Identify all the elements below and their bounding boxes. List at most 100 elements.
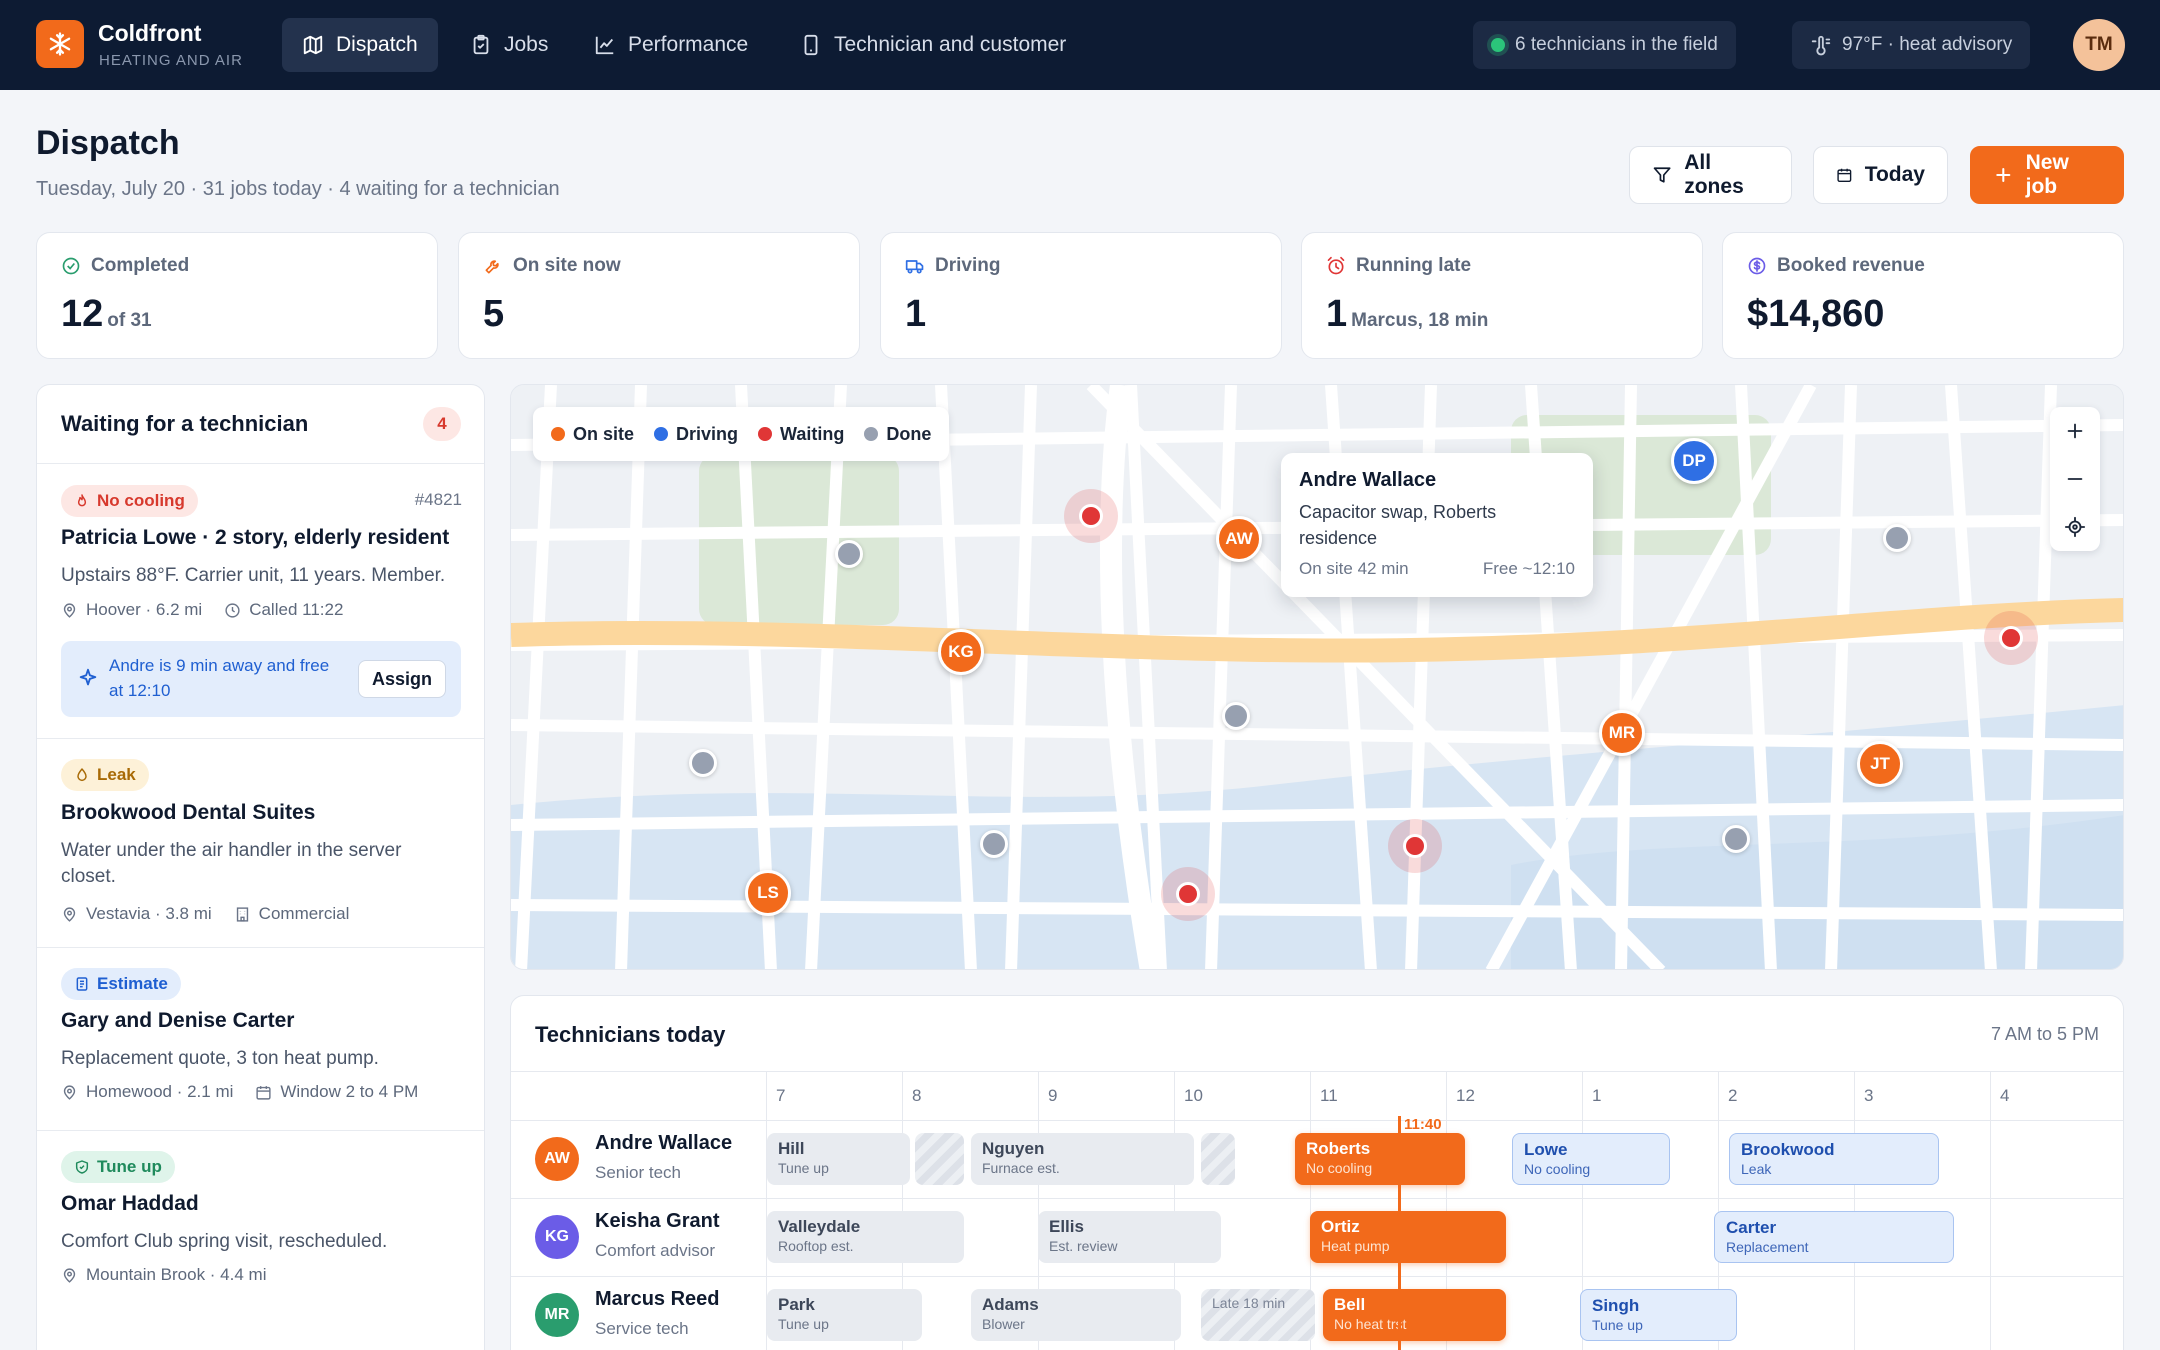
stat-completed-suffix: of 31: [107, 310, 152, 331]
building-icon: [236, 906, 248, 922]
top-nav: Coldfront HEATING AND AIR Dispatch Jobs …: [0, 0, 2160, 90]
stat-on-site[interactable]: On site now 5: [458, 232, 860, 359]
legend-label: Done: [886, 423, 932, 444]
job-meta: Hoover · 6.2 mi Called 11:22: [61, 600, 343, 620]
map-pin-tech-dp[interactable]: DP: [1671, 438, 1717, 484]
brand-name: Coldfront: [98, 20, 202, 46]
job-location: Vestavia · 3.8 mi: [86, 904, 212, 923]
locate-button[interactable]: [2050, 503, 2100, 551]
current-time-label: 11:40: [1404, 1116, 1442, 1133]
pin-icon: [63, 1267, 76, 1283]
map-pin-done[interactable]: [1222, 702, 1250, 730]
hour-label: 2: [1728, 1086, 1738, 1105]
timeline-title: Technicians today: [535, 1022, 726, 1047]
tag-label: Tune up: [97, 1157, 162, 1176]
clock-icon: [225, 602, 240, 618]
map-pin-waiting[interactable]: [1984, 611, 2038, 665]
schedule-block[interactable]: Ellis Est. review: [1038, 1211, 1221, 1263]
stat-booked-revenue-label: Booked revenue: [1777, 255, 1925, 276]
page-title: Dispatch: [36, 124, 180, 162]
schedule-block[interactable]: Carter Replacement: [1714, 1211, 1954, 1263]
legend-dot-icon: [551, 427, 565, 441]
nav-performance[interactable]: Performance: [574, 18, 768, 72]
legend-on-site: On site: [551, 424, 634, 445]
tag-label: Estimate: [97, 974, 168, 993]
nav-jobs[interactable]: Jobs: [450, 18, 568, 72]
map-pin-tech-mr[interactable]: MR: [1599, 710, 1645, 756]
assign-button[interactable]: Assign: [358, 660, 446, 698]
schedule-block[interactable]: Brookwood Leak: [1729, 1133, 1939, 1185]
schedule-block[interactable]: Nguyen Furnace est.: [971, 1133, 1194, 1185]
schedule-block[interactable]: Hill Tune up: [767, 1133, 910, 1185]
map-pin-waiting[interactable]: [1388, 819, 1442, 873]
today-button[interactable]: Today: [1813, 146, 1948, 204]
user-avatar[interactable]: TM: [2073, 19, 2125, 71]
job-desc: Replacement quote, 3 ton heat pump.: [61, 1048, 379, 1069]
all-zones-button[interactable]: All zones: [1629, 146, 1792, 204]
map-pin-waiting[interactable]: [1161, 867, 1215, 921]
map-pin-tech-aw[interactable]: AW: [1216, 516, 1262, 562]
stat-running-late[interactable]: Running late 1 Marcus, 18 min: [1301, 232, 1703, 359]
tag-label: No cooling: [97, 491, 185, 510]
stat-booked-revenue-value: $14,860: [1747, 293, 1885, 335]
today-label: Today: [1864, 163, 1925, 186]
field-status-pill[interactable]: 6 technicians in the field: [1473, 21, 1736, 69]
map-pin-done[interactable]: [1722, 825, 1750, 853]
map-pin-tech-jt[interactable]: JT: [1857, 741, 1903, 787]
tag-estimate: Estimate: [61, 968, 181, 1000]
schedule-block-active[interactable]: Ortiz Heat pump: [1310, 1211, 1506, 1263]
popup-name: Andre Wallace: [1299, 469, 1437, 491]
map-pin-tech-kg[interactable]: KG: [938, 629, 984, 675]
page-subtitle: Tuesday, July 20 · 31 jobs today · 4 wai…: [36, 178, 560, 200]
waiting-job-card[interactable]: Estimate Gary and Denise Carter Replacem…: [37, 948, 484, 1128]
map-pin-waiting[interactable]: [1064, 489, 1118, 543]
hour-label: 3: [1864, 1086, 1874, 1105]
map-pin-tech-ls[interactable]: LS: [745, 870, 791, 916]
stat-booked-revenue[interactable]: Booked revenue $14,860: [1722, 232, 2124, 359]
new-job-button[interactable]: New job: [1970, 146, 2124, 204]
late-label: Late 18 min: [1212, 1295, 1286, 1311]
tech-name[interactable]: Andre Wallace: [595, 1132, 732, 1155]
schedule-block[interactable]: Park Tune up: [767, 1289, 922, 1341]
drop-icon: [77, 768, 87, 782]
chart-line-icon: [595, 36, 614, 55]
hour-label: 12: [1456, 1086, 1475, 1105]
weather-pill[interactable]: 97°F · heat advisory: [1792, 21, 2031, 69]
hour-label: 4: [2000, 1086, 2010, 1105]
zoom-out-button[interactable]: [2050, 455, 2100, 503]
schedule-block[interactable]: Lowe No cooling: [1512, 1133, 1670, 1185]
popup-free: Free ~12:10: [1482, 559, 1575, 578]
nav-technician-customer[interactable]: Technician and customer: [780, 18, 1086, 72]
schedule-block[interactable]: Singh Tune up: [1580, 1289, 1737, 1341]
nav-dispatch[interactable]: Dispatch: [282, 18, 438, 72]
map-pin-done[interactable]: [835, 540, 863, 568]
waiting-job-card[interactable]: Tune up Omar Haddad Comfort Club spring …: [37, 1131, 484, 1331]
zoom-in-button[interactable]: [2050, 407, 2100, 455]
stat-on-site-label: On site now: [513, 255, 621, 276]
timeline-range: 7 AM to 5 PM: [1990, 1024, 2099, 1044]
schedule-block-active[interactable]: Bell No heat trst: [1323, 1289, 1506, 1341]
schedule-block[interactable]: Valleydale Rooftop est.: [767, 1211, 964, 1263]
schedule-block-active[interactable]: Roberts No cooling: [1295, 1133, 1465, 1185]
hour-label: 7: [776, 1086, 786, 1105]
map-pin-done[interactable]: [980, 830, 1008, 858]
popup-desc: Capacitor swap, Roberts residence: [1299, 502, 1497, 548]
tech-name[interactable]: Marcus Reed: [595, 1288, 720, 1311]
tech-avatar: KG: [535, 1215, 579, 1259]
map-icon: [303, 35, 323, 55]
map-pin-done[interactable]: [1883, 524, 1911, 552]
tech-name[interactable]: Keisha Grant: [595, 1210, 719, 1233]
waiting-job-card[interactable]: No cooling #4821 Patricia Lowe · 2 story…: [37, 464, 484, 722]
stat-completed[interactable]: Completed 12 of 31: [36, 232, 438, 359]
waiting-job-card[interactable]: Leak Brookwood Dental Suites Water under…: [37, 739, 484, 945]
stat-driving[interactable]: Driving 1: [880, 232, 1282, 359]
dispatch-map[interactable]: On site Driving Waiting Done AW KG MR JT…: [510, 384, 2124, 970]
schedule-block[interactable]: Adams Blower: [971, 1289, 1181, 1341]
job-id: #4821: [414, 490, 462, 509]
tech-popup[interactable]: Andre Wallace Capacitor swap, Roberts re…: [1281, 453, 1593, 597]
map-pin-done[interactable]: [689, 749, 717, 777]
job-desc: Comfort Club spring visit, rescheduled.: [61, 1231, 388, 1252]
snowflake-logo-icon[interactable]: [36, 20, 84, 68]
job-window: Window 2 to 4 PM: [280, 1082, 419, 1101]
legend-dot-icon: [758, 427, 773, 441]
